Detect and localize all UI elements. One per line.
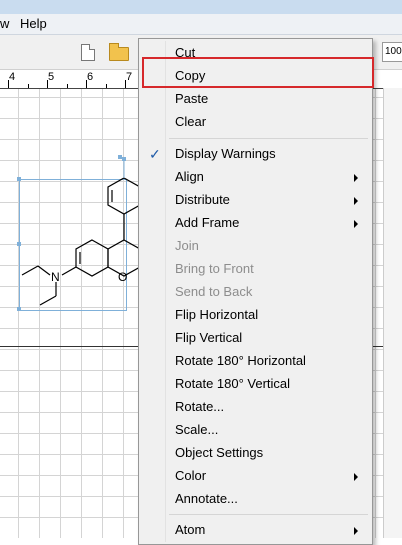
menu-item-label: Flip Horizontal: [175, 307, 259, 322]
menu-item-label: Paste: [175, 91, 209, 106]
ruler-label: 6: [87, 71, 94, 83]
menu-item-label: Send to Back: [175, 284, 253, 299]
menu-item-object-settings[interactable]: Object Settings: [141, 442, 370, 464]
menu-view[interactable]: w: [0, 16, 9, 31]
ruler-label: 7: [126, 71, 133, 83]
menu-item-label: Annotate...: [175, 491, 238, 506]
menu-bar: w Help: [0, 14, 402, 35]
open-folder-icon[interactable]: [109, 43, 129, 61]
ruler-tick: [67, 84, 68, 88]
ruler-tick: [106, 84, 107, 88]
ruler-label: 5: [48, 71, 55, 83]
new-document-icon[interactable]: [81, 44, 95, 61]
ruler-label: 4: [9, 71, 16, 83]
menu-item-label: Bring to Front: [175, 261, 254, 276]
menu-item-label: Rotate 180° Vertical: [175, 376, 291, 391]
context-menu: Cut Copy Paste Clear ✓ Display Warnings …: [138, 38, 373, 545]
menu-item-distribute[interactable]: Distribute: [141, 189, 370, 211]
ruler-tick: [125, 80, 126, 88]
menu-item-bring-to-front: Bring to Front: [141, 258, 370, 280]
menu-item-label: Scale...: [175, 422, 219, 437]
zoom-field[interactable]: 100: [382, 42, 402, 62]
menu-item-rotate-180-horizontal[interactable]: Rotate 180° Horizontal: [141, 350, 370, 372]
menu-item-flip-vertical[interactable]: Flip Vertical: [141, 327, 370, 349]
submenu-arrow-icon: [354, 473, 358, 481]
atom-label-o: O: [118, 270, 127, 284]
ruler-tick: [86, 80, 87, 88]
menu-item-label: Align: [175, 169, 204, 184]
vertical-scrollbar[interactable]: [383, 88, 402, 538]
submenu-arrow-icon: [354, 220, 358, 228]
menu-item-send-to-back: Send to Back: [141, 281, 370, 303]
menu-help[interactable]: Help: [20, 16, 47, 31]
menu-item-label: Add Frame: [175, 215, 240, 230]
menu-item-flip-horizontal[interactable]: Flip Horizontal: [141, 304, 370, 326]
menu-item-rotate[interactable]: Rotate...: [141, 396, 370, 418]
menu-item-annotate[interactable]: Annotate...: [141, 488, 370, 510]
menu-item-label: Rotate...: [175, 399, 225, 414]
ruler-tick: [8, 80, 9, 88]
menu-item-label: Color: [175, 468, 207, 483]
menu-item-label: Distribute: [175, 192, 230, 207]
menu-item-display-warnings[interactable]: ✓ Display Warnings: [141, 143, 370, 165]
submenu-arrow-icon: [354, 527, 358, 535]
menu-item-label: Flip Vertical: [175, 330, 243, 345]
molecule-structure: N O: [21, 155, 140, 306]
submenu-arrow-icon: [354, 197, 358, 205]
menu-item-label: Join: [175, 238, 199, 253]
submenu-arrow-icon: [354, 174, 358, 182]
menu-separator: [169, 514, 368, 515]
window-title-strip: [0, 0, 402, 14]
menu-item-label: Display Warnings: [175, 146, 276, 161]
ruler-tick: [28, 84, 29, 88]
ruler-tick: [47, 80, 48, 88]
menu-item-label: Clear: [175, 114, 207, 129]
menu-item-label: Rotate 180° Horizontal: [175, 353, 306, 368]
menu-item-color[interactable]: Color: [141, 465, 370, 487]
menu-item-rotate-180-vertical[interactable]: Rotate 180° Vertical: [141, 373, 370, 395]
menu-item-add-frame[interactable]: Add Frame: [141, 212, 370, 234]
atom-label-n: N: [51, 270, 60, 284]
menu-item-join: Join: [141, 235, 370, 257]
annotation-highlight-box: [142, 57, 374, 88]
checkmark-icon: ✓: [149, 146, 161, 162]
menu-item-label: Object Settings: [175, 445, 264, 460]
menu-item-paste[interactable]: Paste: [141, 88, 370, 110]
menu-separator: [169, 138, 368, 139]
menu-item-align[interactable]: Align: [141, 166, 370, 188]
menu-item-clear[interactable]: Clear: [141, 111, 370, 133]
menu-item-scale[interactable]: Scale...: [141, 419, 370, 441]
